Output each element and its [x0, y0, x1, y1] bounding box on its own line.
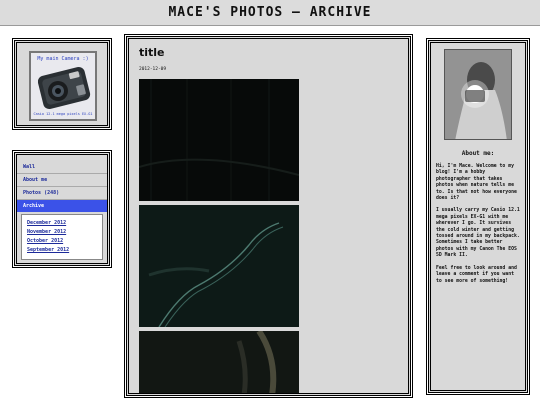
camera-widget: My main Camera :) Casio 12.1 mega pixels…: [12, 38, 112, 130]
about-paragraph-2: I usually carry my Casio 12.1 mega pixel…: [436, 208, 520, 259]
camera-caption-top: My main Camera :): [37, 56, 89, 62]
nav-item-photos[interactable]: Photos (248): [17, 187, 107, 200]
post-photo-1[interactable]: [138, 79, 300, 201]
photo-2-texture: [139, 205, 299, 328]
post-date: 2012-12-09: [139, 67, 167, 72]
photo-1-texture: [138, 79, 300, 201]
nav-item-about-me[interactable]: About me: [17, 174, 107, 187]
nav-item-archive[interactable]: Archive: [17, 200, 107, 212]
about-paragraph-1: Hi, I'm Mace. Welcome to my blog! I'm a …: [436, 164, 517, 202]
about-heading: About me:: [461, 150, 495, 157]
about-text: Hi, I'm Mace. Welcome to my blog! I'm a …: [436, 164, 522, 291]
camera-image: [38, 66, 91, 110]
profile-photo: [444, 49, 512, 140]
main-content: title 2012-12-09: [124, 34, 413, 398]
post-title[interactable]: title: [139, 46, 165, 59]
archive-link-december-2012[interactable]: December 2012: [27, 219, 97, 228]
camera-caption-bottom: Casio 12.1 mega pixels EX-G1: [33, 112, 93, 116]
page-header: MACE'S PHOTOS — ARCHIVE: [0, 0, 540, 26]
camera-image-frame: My main Camera :) Casio 12.1 mega pixels…: [29, 51, 97, 121]
archive-link-october-2012[interactable]: October 2012: [27, 237, 97, 246]
photo-3-texture: [139, 329, 299, 393]
sidebar-nav: Wall About me Photos (248) Archive Decem…: [12, 150, 112, 268]
archive-link-september-2012[interactable]: September 2012: [27, 246, 97, 255]
about-me-sidebar: About me: Hi, I'm Mace. Welcome to my bl…: [426, 38, 530, 395]
post-photo-2[interactable]: [139, 205, 299, 328]
nav-item-wall[interactable]: Wall: [17, 161, 107, 174]
page-title: MACE'S PHOTOS — ARCHIVE: [168, 5, 372, 20]
about-paragraph-3: Feel free to look around and leave a com…: [436, 265, 517, 284]
archive-month-list: December 2012 November 2012 October 2012…: [21, 214, 103, 260]
post-photo-3[interactable]: [139, 329, 299, 393]
archive-link-november-2012[interactable]: November 2012: [27, 228, 97, 237]
